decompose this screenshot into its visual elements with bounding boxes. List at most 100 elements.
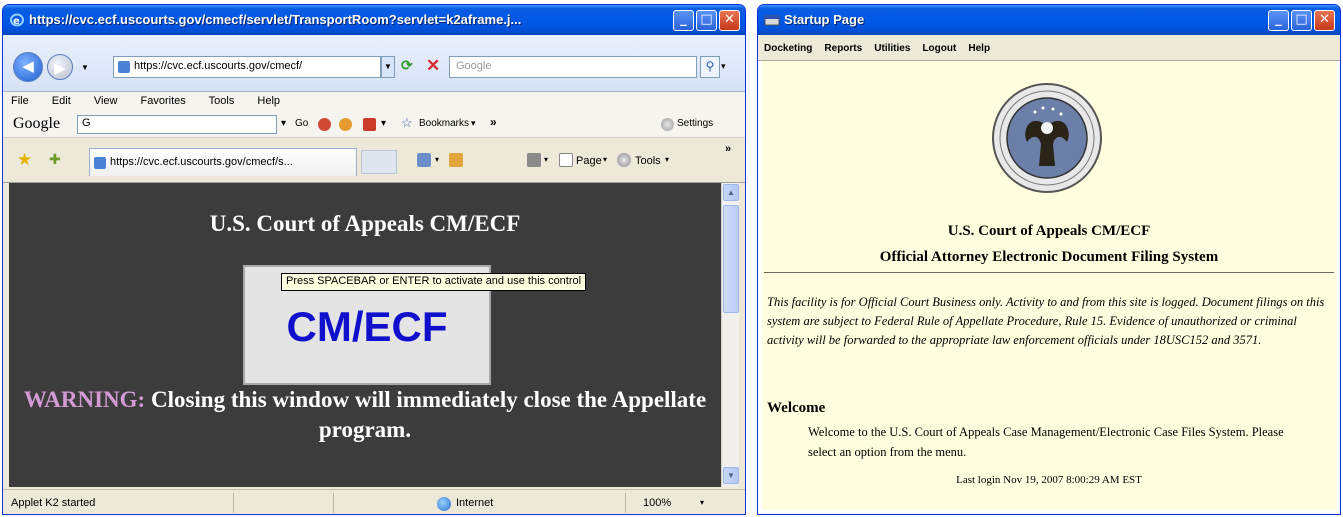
- print-dropdown-icon[interactable]: ▾: [544, 155, 548, 164]
- settings-icon: [661, 118, 674, 131]
- page-dropdown-icon[interactable]: ▾: [603, 155, 607, 164]
- google-go-button[interactable]: Go: [295, 118, 308, 129]
- commands-more-button[interactable]: »: [725, 143, 731, 155]
- toolbar-tool-icon[interactable]: [363, 118, 376, 131]
- status-divider: [333, 493, 334, 513]
- maximize-button[interactable]: □: [1291, 10, 1312, 31]
- menu-help[interactable]: Help: [968, 43, 990, 54]
- toolbar-tool-icon[interactable]: [339, 118, 352, 131]
- startup-subtitle: Official Attorney Electronic Document Fi…: [879, 249, 1219, 265]
- disclaimer-text: This facility is for Official Court Busi…: [767, 295, 1325, 347]
- tab-label: https://cvc.ecf.uscourts.gov/cmecf/s...: [110, 156, 293, 168]
- status-divider: [233, 493, 234, 513]
- menu-logout[interactable]: Logout: [922, 43, 956, 54]
- search-options-icon[interactable]: ▾: [721, 61, 726, 72]
- refresh-icon[interactable]: ⟳: [401, 57, 413, 74]
- history-dropdown-icon[interactable]: ▼: [81, 63, 89, 72]
- add-favorites-icon[interactable]: ✚: [49, 151, 61, 168]
- ie-window-title: https://cvc.ecf.uscourts.gov/cmecf/servl…: [29, 12, 522, 27]
- settings-button[interactable]: Settings: [677, 118, 713, 129]
- menu-file[interactable]: File: [11, 95, 29, 107]
- address-bar[interactable]: https://cvc.ecf.uscourts.gov/cmecf/: [113, 56, 381, 78]
- welcome-heading: Welcome: [767, 400, 826, 416]
- maximize-icon: □: [1295, 12, 1308, 27]
- tab-page-icon: [94, 157, 106, 169]
- close-icon: ✕: [724, 12, 735, 27]
- forward-button[interactable]: ▶: [47, 54, 73, 80]
- home-dropdown-icon[interactable]: ▾: [435, 155, 439, 164]
- startup-title: U.S. Court of Appeals CM/ECF: [947, 223, 1151, 239]
- google-input-value: G: [82, 117, 91, 129]
- bookmarks-button[interactable]: Bookmarks: [419, 118, 469, 129]
- welcome-text: Welcome to the U.S. Court of Appeals Cas…: [808, 425, 1284, 459]
- navigation-bar: ◀ ▶ ▼ https://cvc.ecf.uscourts.gov/cmecf…: [3, 35, 745, 92]
- status-text: Applet K2 started: [11, 497, 96, 509]
- menu-view[interactable]: View: [94, 95, 118, 107]
- page-menu-button[interactable]: Page: [576, 155, 602, 167]
- new-tab-button[interactable]: [361, 150, 397, 174]
- ie-titlebar[interactable]: e https://cvc.ecf.uscourts.gov/cmecf/ser…: [3, 5, 745, 35]
- stop-icon[interactable]: ✕: [426, 56, 440, 76]
- page-menu-icon: [559, 153, 573, 167]
- toolbar-tool-icon[interactable]: [318, 118, 331, 131]
- last-login-text: Last login Nov 19, 2007 8:00:29 AM EST: [956, 474, 1142, 486]
- google-search-input[interactable]: G: [77, 115, 277, 134]
- scroll-up-arrow[interactable]: ▲: [723, 184, 739, 201]
- back-button[interactable]: ◀: [13, 52, 43, 82]
- status-divider: [625, 493, 626, 513]
- search-input[interactable]: Google: [449, 56, 697, 78]
- search-button[interactable]: ⚲: [700, 56, 720, 78]
- toolbar-dropdown-icon[interactable]: ▾: [381, 118, 386, 129]
- menu-edit[interactable]: Edit: [52, 95, 71, 107]
- menu-reports[interactable]: Reports: [824, 43, 862, 54]
- print-icon[interactable]: [527, 153, 541, 167]
- court-seal-icon: [992, 83, 1102, 193]
- menu-utilities[interactable]: Utilities: [874, 43, 910, 54]
- scroll-down-arrow[interactable]: ▼: [723, 467, 739, 484]
- minimize-icon: _: [1275, 12, 1282, 27]
- startup-titlebar[interactable]: Startup Page _ □ ✕: [758, 5, 1340, 35]
- close-button[interactable]: ✕: [719, 10, 740, 31]
- bookmark-star-icon: ☆: [401, 115, 413, 130]
- maximize-button[interactable]: □: [696, 10, 717, 31]
- address-dropdown-button[interactable]: ▼: [381, 56, 395, 78]
- vertical-scrollbar[interactable]: ▲ ▼: [721, 183, 739, 487]
- tools-dropdown-icon[interactable]: ▾: [665, 155, 669, 164]
- home-icon[interactable]: [417, 153, 431, 167]
- tools-menu-button[interactable]: Tools: [635, 155, 661, 167]
- close-button[interactable]: ✕: [1314, 10, 1335, 31]
- zoom-dropdown-icon[interactable]: ▾: [700, 498, 704, 507]
- warning-text: Closing this window will immediately clo…: [145, 387, 707, 442]
- menu-help[interactable]: Help: [257, 95, 280, 107]
- favorites-star-icon[interactable]: ★: [17, 150, 32, 170]
- tab-current[interactable]: https://cvc.ecf.uscourts.gov/cmecf/s...: [89, 148, 357, 176]
- page-content: U.S. Court of Appeals CM/ECF CM/ECF Pres…: [9, 183, 721, 487]
- menu-tools[interactable]: Tools: [209, 95, 235, 107]
- startup-window-title: Startup Page: [784, 12, 865, 27]
- minimize-button[interactable]: _: [1268, 10, 1289, 31]
- favorites-tab-bar: ★ ✚ https://cvc.ecf.uscourts.gov/cmecf/s…: [3, 138, 745, 183]
- bookmarks-dropdown-icon[interactable]: ▾: [471, 118, 476, 129]
- minimize-icon: _: [680, 12, 687, 27]
- java-app-icon: [764, 15, 780, 26]
- startup-window: Startup Page _ □ ✕ Docketing Reports Uti…: [757, 4, 1341, 515]
- google-dropdown-icon[interactable]: ▾: [281, 118, 286, 129]
- tools-gear-icon: [617, 153, 631, 167]
- startup-menu-bar: Docketing Reports Utilities Logout Help: [758, 35, 1340, 61]
- internet-zone-icon: [437, 497, 451, 511]
- status-bar: Applet K2 started Internet 100% ▾: [3, 489, 745, 514]
- menu-bar: File Edit View Favorites Tools Help: [3, 92, 745, 112]
- minimize-button[interactable]: _: [673, 10, 694, 31]
- google-logo: Google: [13, 115, 61, 132]
- ie-window: e https://cvc.ecf.uscourts.gov/cmecf/ser…: [2, 4, 746, 515]
- menu-favorites[interactable]: Favorites: [141, 95, 186, 107]
- security-zone: Internet: [456, 497, 494, 509]
- scroll-thumb[interactable]: [723, 205, 739, 313]
- menu-docketing[interactable]: Docketing: [764, 43, 812, 54]
- toolbar-more-button[interactable]: »: [490, 115, 497, 129]
- maximize-icon: □: [700, 12, 713, 27]
- page-heading: U.S. Court of Appeals CM/ECF: [209, 211, 521, 236]
- feeds-icon[interactable]: [449, 153, 463, 167]
- zoom-level[interactable]: 100%: [643, 497, 671, 509]
- tooltip: Press SPACEBAR or ENTER to activate and …: [281, 273, 587, 291]
